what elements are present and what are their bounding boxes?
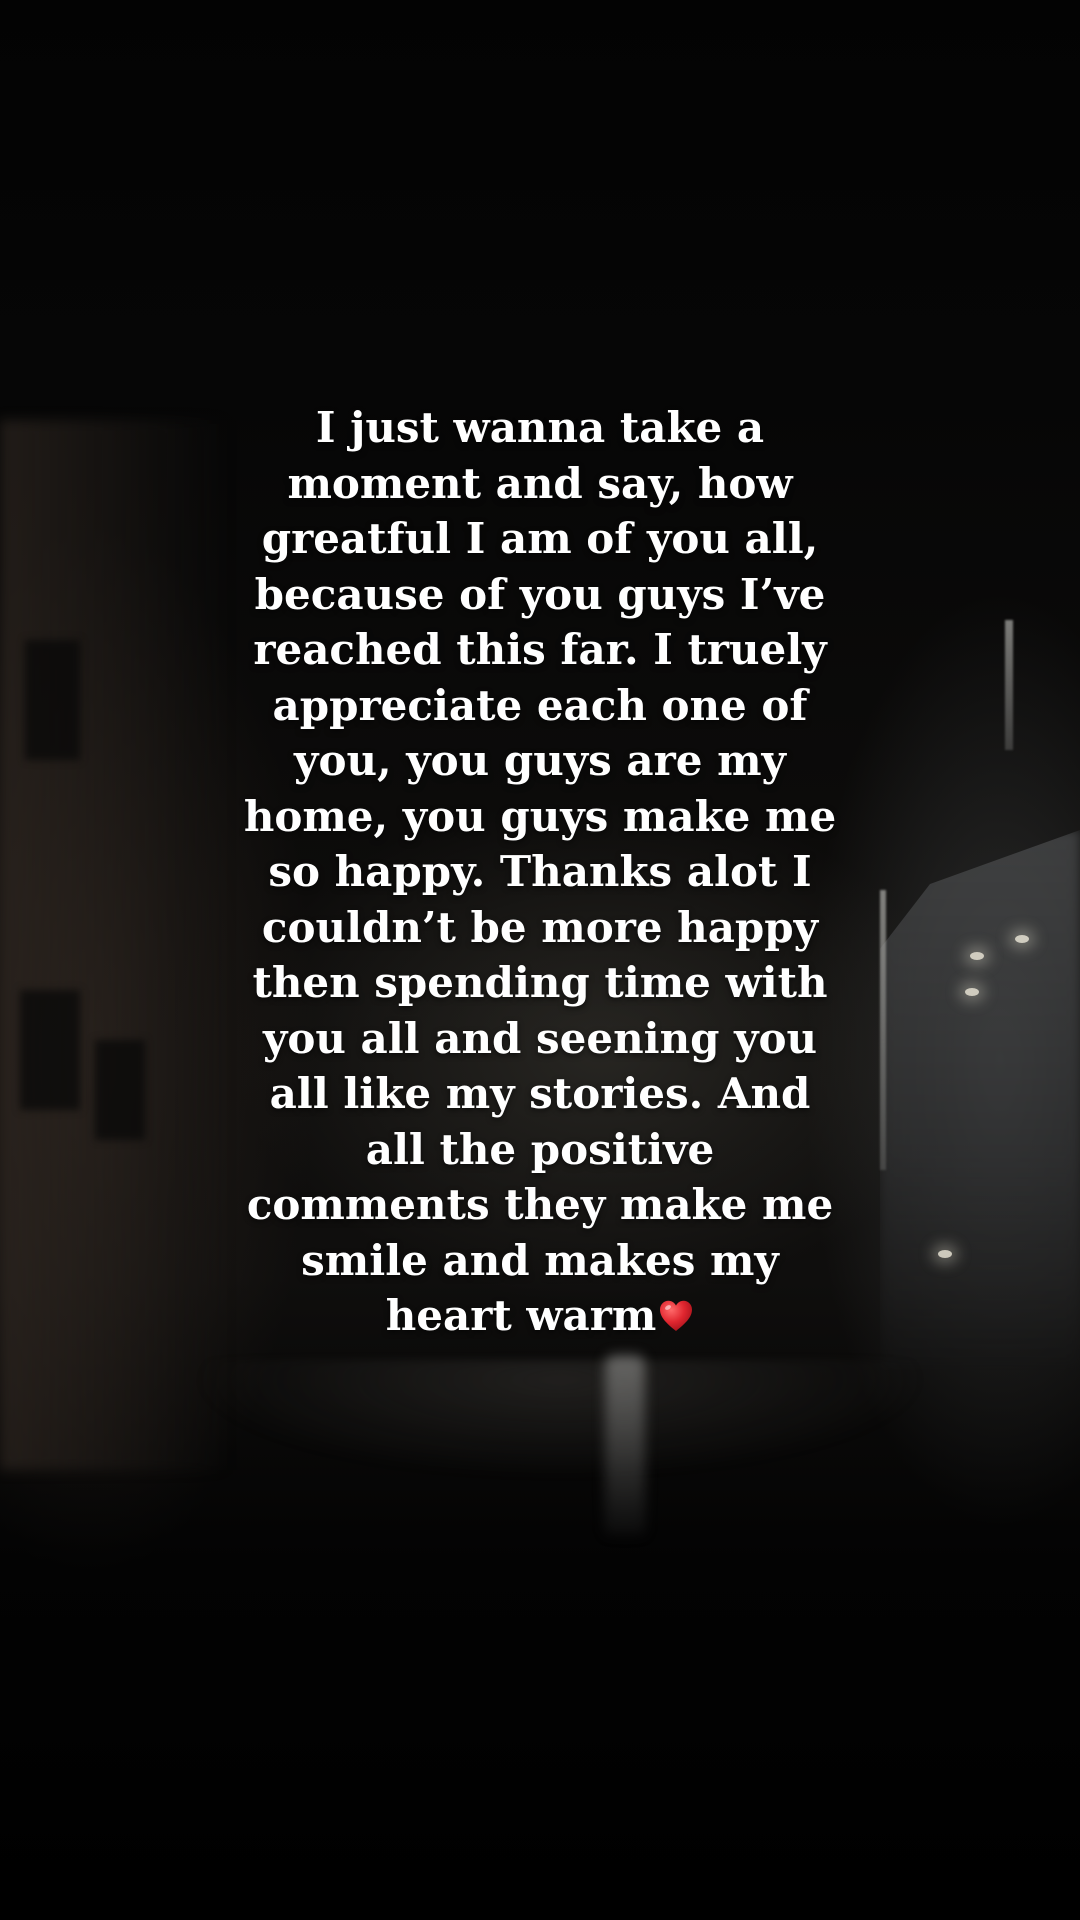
caption-line: couldn’t be more happy <box>261 902 819 952</box>
red-heart-icon <box>658 1292 694 1331</box>
caption-line: I just wanna take a <box>315 403 765 452</box>
caption-line: because of you guys I’ve <box>254 569 826 619</box>
caption-line: all the positive <box>365 1124 715 1174</box>
window <box>25 640 80 760</box>
street-bollard <box>605 1355 645 1535</box>
caption-line: appreciate each one of <box>272 680 808 730</box>
story-caption: I just wanna take a moment and say, how … <box>140 400 940 1344</box>
caption-line: so happy. Thanks alot I <box>268 847 812 896</box>
caption-line: greatful I am of you all, <box>261 514 819 563</box>
street-ground <box>0 1360 1080 1620</box>
street-light <box>938 1250 952 1258</box>
caption-line: you all and seening you <box>262 1013 818 1063</box>
caption-line: heart warm <box>385 1291 657 1340</box>
street-light <box>965 988 979 996</box>
caption-line: then spending time with <box>252 958 828 1007</box>
caption-line: smile and makes my <box>301 1235 779 1285</box>
caption-line: comments they make me <box>246 1180 834 1229</box>
caption-line-last: heart warm <box>386 1291 695 1340</box>
street-light <box>970 952 984 960</box>
caption-line: moment and say, how <box>287 458 793 508</box>
caption-line: home, you guys make me <box>243 791 837 841</box>
caption-line: reached this far. I truely <box>253 625 827 674</box>
light-pole <box>1005 620 1013 750</box>
story-view: I just wanna take a moment and say, how … <box>0 0 1080 1920</box>
window <box>20 990 80 1110</box>
street-light <box>1015 935 1029 943</box>
caption-line: you, you guys are my <box>294 736 786 785</box>
window <box>95 1040 145 1140</box>
caption-line: all like my stories. And <box>269 1069 811 1118</box>
